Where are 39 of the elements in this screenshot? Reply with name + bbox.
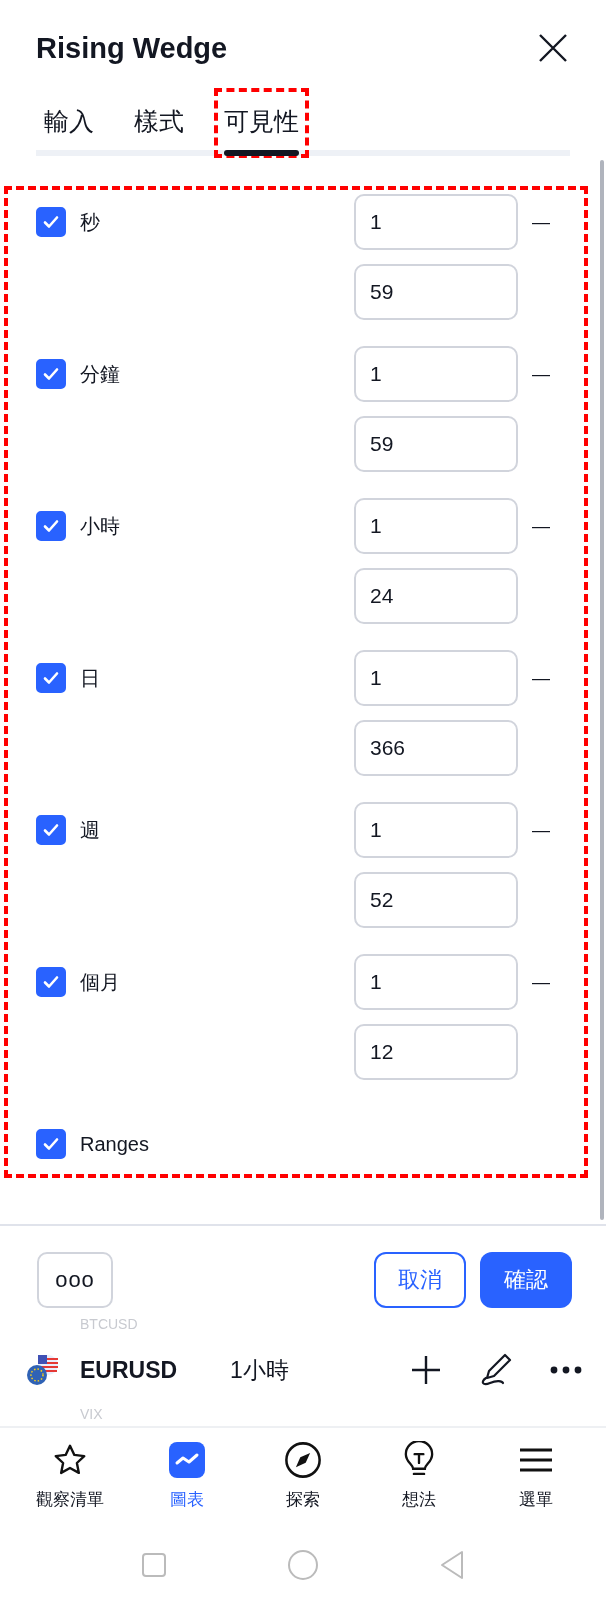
more-button[interactable]: ooo [37,1252,113,1308]
interval-label[interactable]: 1小時 [230,1354,382,1386]
tab[interactable]: 輸入 [36,90,102,156]
checkbox-label: 日 [80,665,100,691]
checkbox-label: Ranges [80,1132,149,1156]
symbol-name[interactable]: EURUSD [80,1356,230,1384]
nav-item[interactable]: 圖表 [136,1440,237,1530]
nav-item[interactable]: 選單 [485,1440,586,1530]
nav-item[interactable]: 想法 [369,1440,470,1530]
tab[interactable]: 可見性 [216,90,307,156]
from-field[interactable]: 1 [354,498,518,554]
cancel-button[interactable]: 取消 [374,1252,466,1308]
to-field[interactable]: 52 [354,872,518,928]
to-field[interactable]: 59 [354,416,518,472]
range-dash: — [532,363,550,385]
from-field[interactable]: 1 [354,346,518,402]
from-field[interactable]: 1 [354,802,518,858]
confirm-button[interactable]: 確認 [480,1252,572,1308]
range-dash: — [532,819,550,841]
to-field[interactable]: 24 [354,568,518,624]
checkbox-label: 個月 [80,969,120,995]
range-dash: — [532,667,550,689]
from-field[interactable]: 1 [354,194,518,250]
dialog-title: Rising Wedge [36,31,228,65]
nav-item[interactable]: 探索 [252,1440,353,1530]
to-field[interactable]: 366 [354,720,518,776]
to-field[interactable]: 59 [354,264,518,320]
to-field[interactable]: 12 [354,1024,518,1080]
from-field[interactable]: 1 [354,650,518,706]
range-dash: — [532,211,550,233]
checkbox-label: 分鐘 [80,361,120,387]
checkbox-label: 秒 [80,209,100,235]
tab[interactable]: 樣式 [126,90,192,156]
checkbox-label: 週 [80,817,100,843]
range-dash: — [532,971,550,993]
from-field[interactable]: 1 [354,954,518,1010]
range-dash: — [532,515,550,537]
checkbox-label: 小時 [80,513,120,539]
nav-item[interactable]: 觀察清單 [20,1440,121,1530]
